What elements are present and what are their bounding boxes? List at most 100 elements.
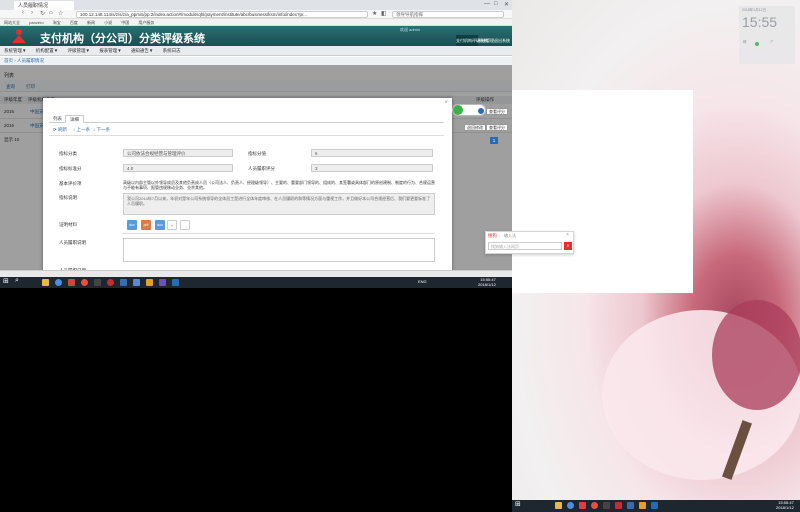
- menu-item[interactable]: 评级管理▼: [67, 48, 89, 53]
- browser-tab-title: 人员履职情况: [18, 3, 49, 9]
- bookmark-item[interactable]: 网站大全: [4, 20, 20, 25]
- taskbar-clock[interactable]: 15:55:47 2018/1/12: [478, 277, 496, 287]
- add-attachment-icon[interactable]: +: [167, 220, 177, 230]
- breadcrumb-home[interactable]: 首页: [4, 58, 13, 63]
- menu-item[interactable]: 机构配置▼: [36, 48, 58, 53]
- app-title: 支付机构（分公司）分类评级系统: [40, 33, 205, 45]
- standard-score-field: 4.0: [123, 164, 233, 172]
- widget-time: 15:55: [742, 14, 778, 30]
- bookmark-icon[interactable]: ☆: [58, 10, 63, 17]
- bookmark-item[interactable]: 小说: [104, 20, 112, 25]
- score-item-field: 公司依法合规经营与管理评价: [123, 149, 233, 157]
- blank-window: [512, 90, 693, 293]
- app-icon[interactable]: [615, 502, 622, 509]
- app-icon[interactable]: [579, 502, 586, 509]
- app-icon[interactable]: [146, 279, 153, 286]
- search-icon[interactable]: ⌕: [564, 242, 572, 250]
- pagination-current[interactable]: 1: [490, 137, 498, 144]
- logo-icon: [12, 29, 26, 43]
- sogou-logo: 搜狗: [488, 233, 497, 238]
- menu-item[interactable]: 系统日志: [163, 48, 181, 53]
- pdf-file-icon[interactable]: pdf: [141, 220, 151, 230]
- app-icon[interactable]: [591, 502, 598, 509]
- extension-icon[interactable]: ◧: [381, 10, 387, 17]
- minimize-icon[interactable]: —: [484, 1, 490, 7]
- header-button-admin[interactable]: 系统管理: [478, 35, 494, 46]
- word-icon[interactable]: [651, 502, 658, 509]
- browser-tab[interactable]: 人员履职情况: [14, 1, 74, 10]
- app-icon[interactable]: [68, 279, 75, 286]
- widget-temp: 7°: [770, 40, 774, 44]
- header-button-logout[interactable]: 退出系统: [494, 35, 510, 46]
- bookmark-item[interactable]: 新闻: [87, 20, 95, 25]
- accelerator-ball-icon[interactable]: [453, 105, 463, 115]
- prev-button[interactable]: ↑ 上一条: [73, 127, 90, 133]
- header-button-system[interactable]: 支付机构评级系统: [456, 35, 488, 46]
- refresh-button[interactable]: ⟳ 刷新: [53, 127, 67, 133]
- star-icon[interactable]: ★: [372, 10, 377, 17]
- field-label: 指标分类: [59, 151, 77, 156]
- app-icon[interactable]: [159, 279, 166, 286]
- app-icon[interactable]: [627, 502, 634, 509]
- bookmark-item[interactable]: 淘宝: [53, 20, 61, 25]
- app-icon[interactable]: [639, 502, 646, 509]
- start-icon[interactable]: ⊞: [515, 500, 521, 508]
- address-bar[interactable]: 100.12.148.114/s/z/s/z/a_ppmis/pp:2/inde…: [76, 11, 368, 18]
- bookmark-item[interactable]: 用户服务: [138, 20, 154, 25]
- field-label: 指标说明: [59, 195, 77, 200]
- action-button[interactable]: 查看评分: [486, 108, 508, 115]
- sogou-mode: 输入法: [504, 233, 516, 238]
- bookmark-item[interactable]: panvero: [29, 20, 43, 25]
- more-icon[interactable]: …: [180, 220, 190, 230]
- app-icon[interactable]: [107, 279, 114, 286]
- doc-file-icon[interactable]: doc: [155, 220, 165, 230]
- next-button[interactable]: ↓ 下一条: [93, 127, 110, 133]
- chrome-icon[interactable]: [55, 279, 62, 286]
- sogou-search-input[interactable]: 搜狗输入法网页: [488, 242, 562, 250]
- app-icon[interactable]: [94, 279, 101, 286]
- home-icon[interactable]: ⌂: [49, 10, 53, 16]
- browser-search[interactable]: 领导导航指挥: [392, 11, 504, 18]
- explorer-icon[interactable]: [42, 279, 49, 286]
- comment-textarea[interactable]: [123, 238, 435, 262]
- left-monitor: 人员履职情况 — □ ✕ ‹ › ↻ ⌂ ☆ 100.12.148.114/s/…: [0, 0, 512, 288]
- close-icon[interactable]: ✕: [504, 1, 509, 8]
- assistant-icon[interactable]: [478, 108, 484, 114]
- bookmark-item[interactable]: 百度: [70, 20, 78, 25]
- sogou-input-panel[interactable]: 搜狗 输入法 × 搜狗输入法网页 ⌕: [485, 231, 574, 254]
- field-label: 指标分值: [248, 151, 266, 156]
- taskbar-clock[interactable]: 15:55:47 2018/1/12: [776, 500, 794, 510]
- doc-file-icon[interactable]: doc: [127, 220, 137, 230]
- word-icon[interactable]: [172, 279, 179, 286]
- close-icon[interactable]: ×: [566, 232, 569, 238]
- app-icon[interactable]: [603, 502, 610, 509]
- breadcrumb-current[interactable]: 人员履职情况: [17, 58, 44, 63]
- divider: [49, 135, 444, 136]
- search-icon[interactable]: ⌕: [15, 277, 19, 285]
- chrome-icon[interactable]: [567, 502, 574, 509]
- action-button[interactable]: 退回修改: [464, 124, 486, 131]
- bookmark-item[interactable]: 中国: [121, 20, 129, 25]
- explorer-icon[interactable]: [555, 502, 562, 509]
- reload-icon[interactable]: ↻: [40, 10, 45, 17]
- browser-tab-strip: [0, 0, 512, 10]
- forward-icon[interactable]: ›: [31, 10, 33, 16]
- modal-tabs: 列表 详细: [49, 115, 444, 123]
- menu-item[interactable]: 通知通告▼: [131, 48, 153, 53]
- start-icon[interactable]: ⊞: [3, 277, 9, 285]
- action-button[interactable]: 查看评分: [486, 124, 508, 131]
- app-icon[interactable]: [133, 279, 140, 286]
- input-language[interactable]: ENG: [418, 279, 427, 284]
- app-icon[interactable]: [81, 279, 88, 286]
- main-menu: 系统管理▼ 机构配置▼ 评级管理▼ 报表管理▼ 通知通告▼ 系统日志: [0, 46, 512, 56]
- back-icon[interactable]: ‹: [22, 10, 24, 16]
- modal-close-icon[interactable]: ×: [444, 100, 448, 106]
- menu-item[interactable]: 系统管理▼: [4, 48, 26, 53]
- app-icon[interactable]: [120, 279, 127, 286]
- menu-item[interactable]: 报表管理▼: [99, 48, 121, 53]
- bookmarks-bar: 网站大全 panvero 淘宝 百度 新闻 小说 中国 用户服务: [0, 19, 512, 26]
- tab-list[interactable]: 列表: [49, 115, 66, 123]
- self-score-field[interactable]: 3: [311, 164, 433, 172]
- tab-detail[interactable]: 详细: [65, 115, 84, 123]
- maximize-icon[interactable]: □: [494, 1, 498, 7]
